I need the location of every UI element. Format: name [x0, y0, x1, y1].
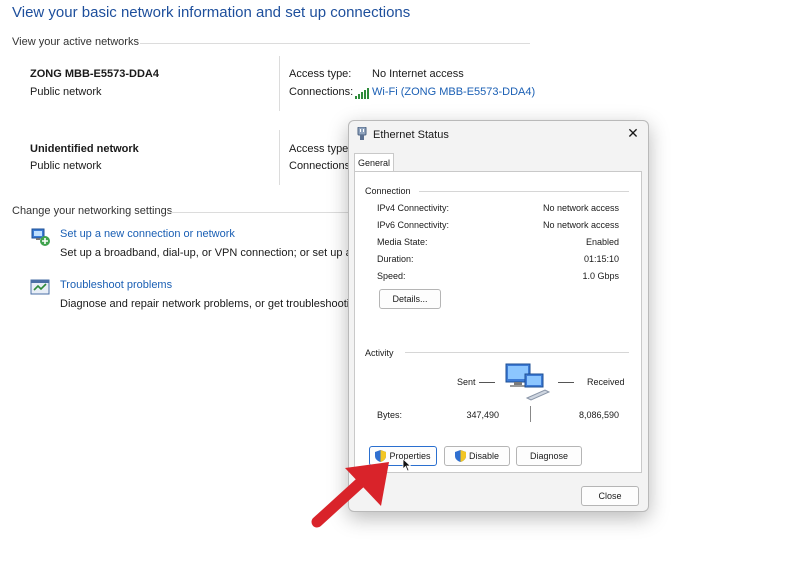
duration-value: 01:15:10 [583, 254, 619, 264]
red-arrow [305, 456, 395, 530]
troubleshoot-link[interactable]: Troubleshoot problems [60, 279, 172, 291]
network-name: Unidentified network [30, 143, 139, 155]
connections-label: Connections: [289, 86, 354, 98]
vertical-divider [279, 56, 280, 111]
network-type-link[interactable]: Public network [30, 160, 102, 172]
ipv6-value: No network access [542, 220, 619, 230]
ethernet-status-dialog: Ethernet Status ✕ General Connection IPv… [348, 120, 649, 512]
diagnose-button[interactable]: Diagnose [516, 446, 582, 466]
close-button[interactable]: Close [581, 486, 639, 506]
general-tab-panel: Connection IPv4 Connectivity: No network… [354, 171, 642, 473]
duration-label: Duration: [377, 254, 414, 264]
access-type-label: Access type: [289, 68, 352, 80]
bytes-sent-value: 347,490 [466, 410, 499, 420]
section-divider [140, 43, 530, 44]
disable-button[interactable]: Disable [444, 446, 510, 466]
network-type-link[interactable]: Public network [30, 86, 102, 98]
tab-general[interactable]: General [354, 153, 394, 172]
section-divider [170, 212, 350, 213]
speed-value: 1.0 Gbps [582, 271, 619, 281]
sent-label: Sent [457, 377, 476, 387]
ipv4-value: No network access [542, 203, 619, 213]
disable-button-label: Disable [468, 451, 499, 461]
details-button[interactable]: Details... [379, 289, 441, 309]
network-name: ZONG MBB-E5573-DDA4 [30, 68, 159, 80]
vertical-divider [279, 130, 280, 185]
setup-connection-desc: Set up a broadband, dial-up, or VPN conn… [60, 247, 359, 259]
group-divider [405, 352, 629, 353]
wifi-signal-icon [355, 86, 369, 99]
received-line [558, 382, 574, 383]
media-state-value: Enabled [585, 237, 619, 247]
connection-group-header: Connection [365, 186, 411, 196]
troubleshoot-desc: Diagnose and repair network problems, or… [60, 298, 356, 310]
ethernet-icon [356, 126, 368, 141]
page-title: View your basic network information and … [12, 4, 411, 21]
media-state-label: Media State: [377, 237, 428, 247]
access-type-label: Access type: [289, 143, 352, 155]
group-divider [419, 191, 629, 192]
sent-line [479, 382, 495, 383]
speed-label: Speed: [377, 271, 406, 281]
cursor-icon [402, 458, 412, 472]
received-label: Received [587, 377, 625, 387]
access-type-value: No Internet access [372, 68, 464, 80]
setup-connection-link[interactable]: Set up a new connection or network [60, 228, 235, 240]
dialog-title: Ethernet Status [373, 129, 449, 141]
wifi-connection-link[interactable]: Wi-Fi (ZONG MBB-E5573-DDA4) [372, 86, 535, 98]
active-networks-header: View your active networks [12, 36, 139, 48]
bytes-received-value: 8,086,590 [578, 410, 619, 420]
shield-icon [454, 450, 466, 462]
network-computers-icon [505, 362, 551, 404]
setup-connection-icon [30, 226, 52, 248]
troubleshoot-icon [30, 279, 50, 297]
activity-group-header: Activity [365, 348, 394, 358]
settings-header: Change your networking settings [12, 205, 173, 217]
close-icon[interactable]: ✕ [625, 125, 641, 141]
ipv4-label: IPv4 Connectivity: [377, 203, 450, 213]
connections-label: Connections: [289, 160, 354, 172]
ipv6-label: IPv6 Connectivity: [377, 220, 450, 230]
